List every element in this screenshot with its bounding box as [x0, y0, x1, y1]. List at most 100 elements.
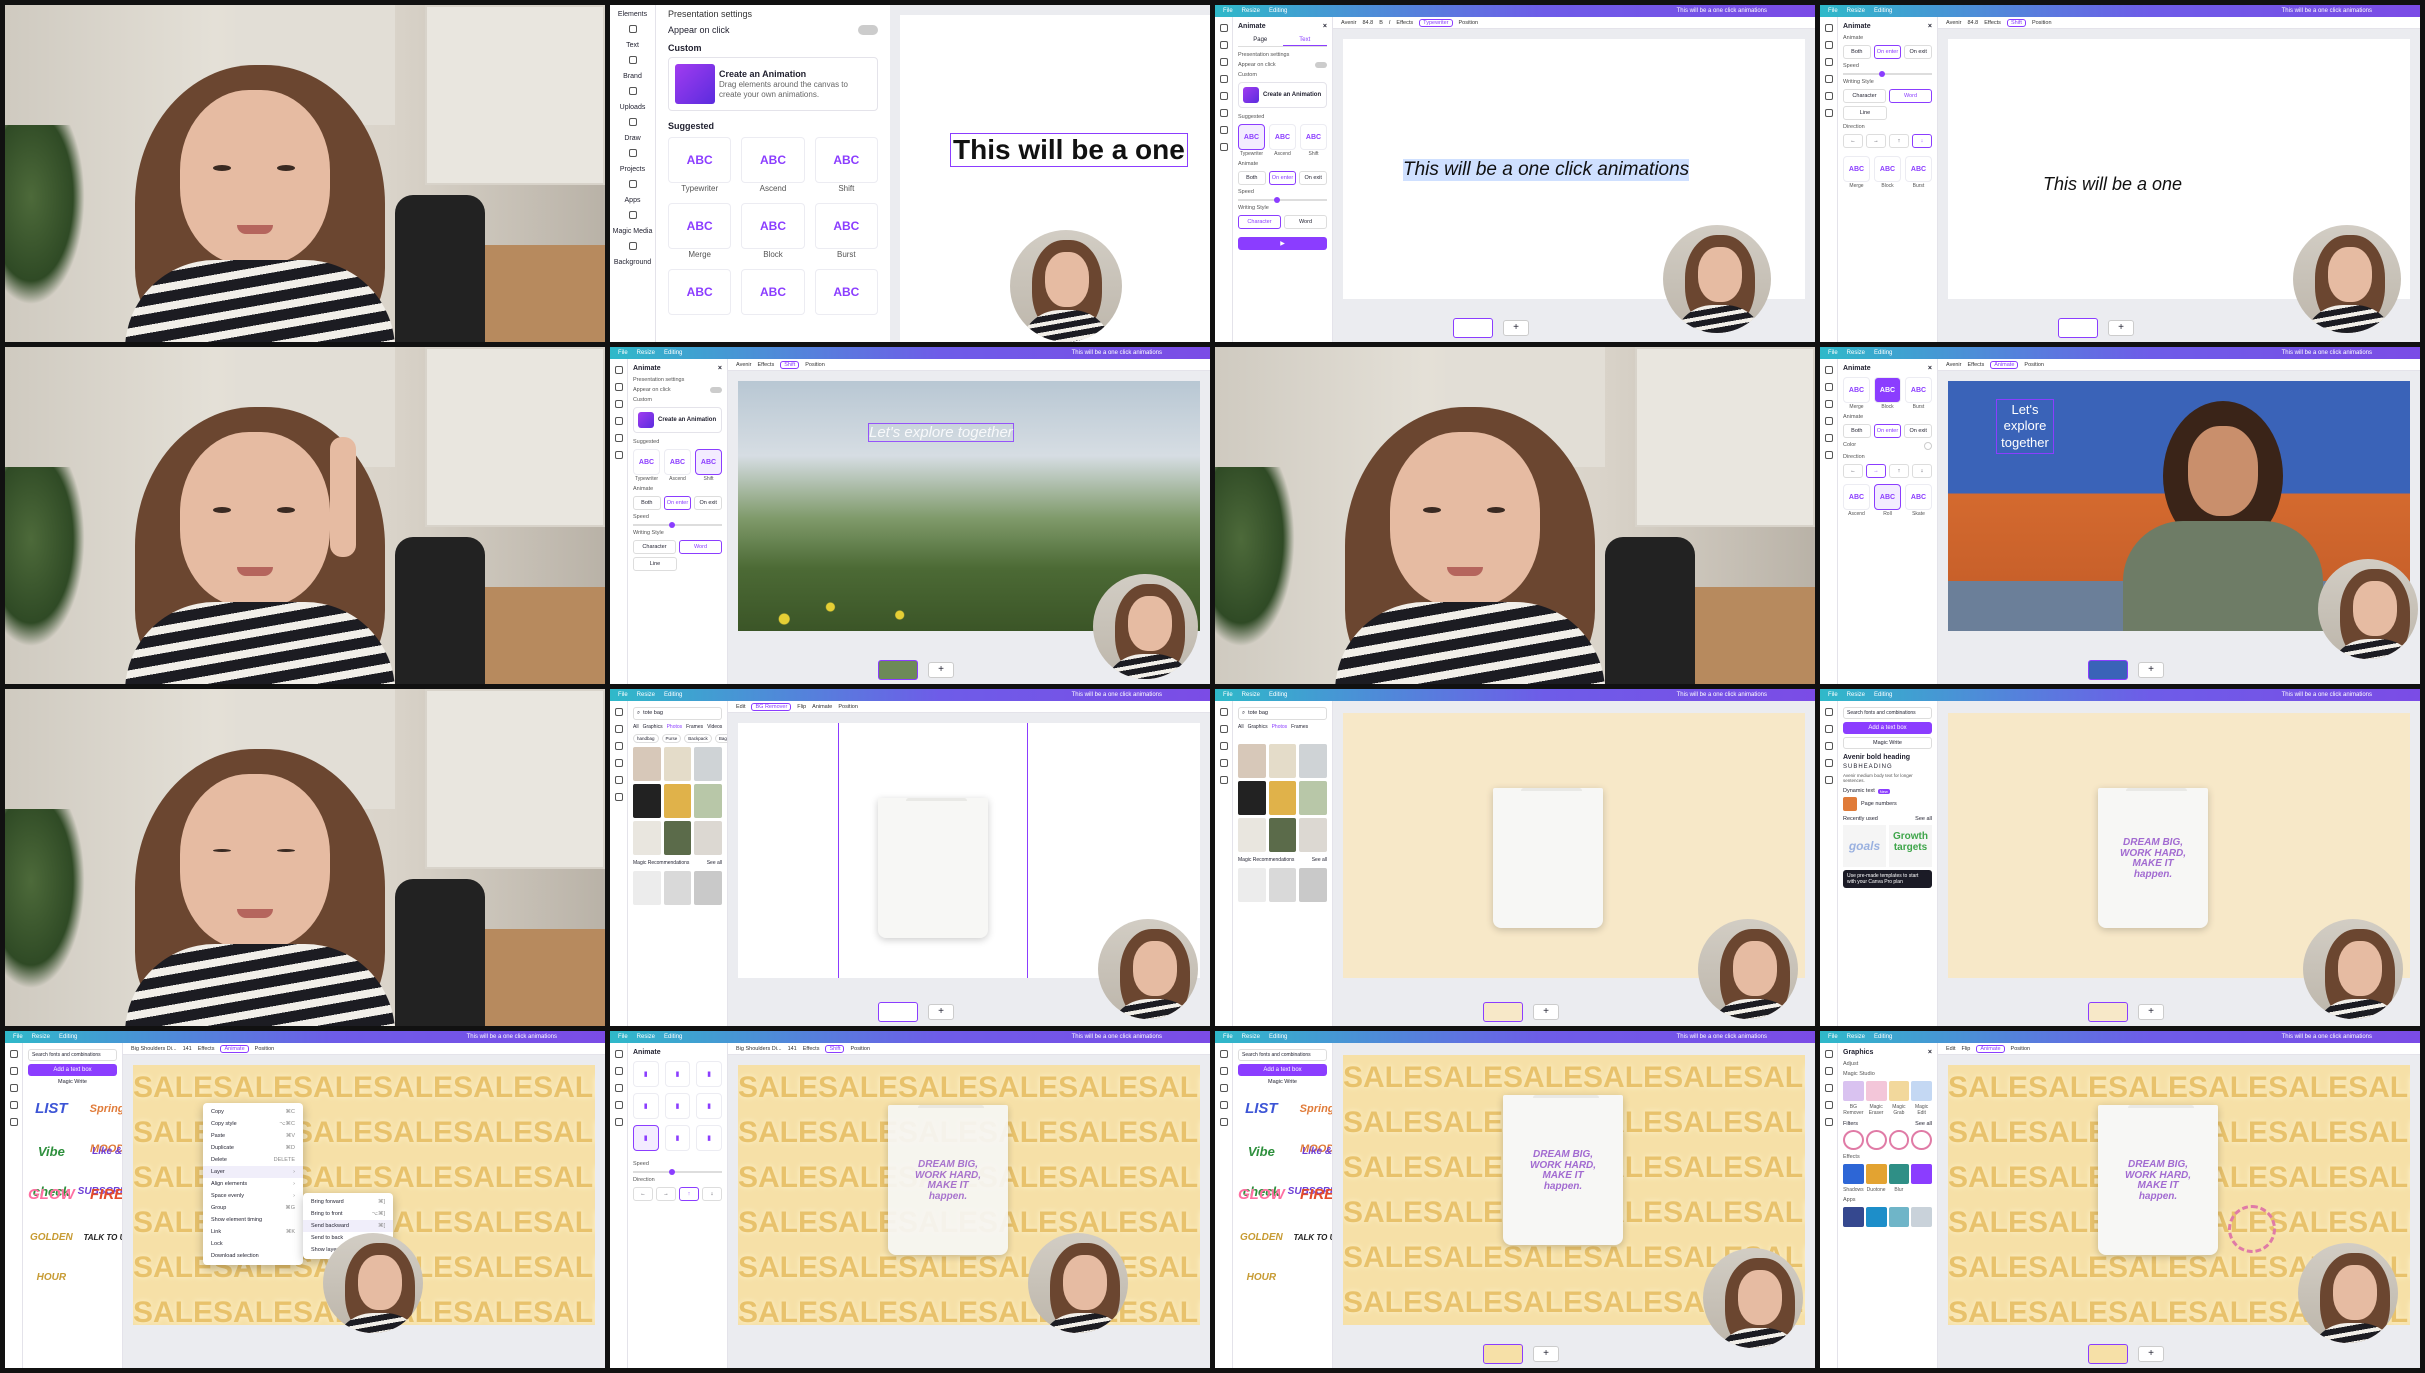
sticker[interactable]: GLOW — [28, 1175, 75, 1215]
font-size[interactable]: 141 — [183, 1046, 192, 1052]
arrow-down-icon[interactable]: ↓ — [1912, 134, 1932, 148]
animate-button[interactable]: Animate — [220, 1044, 249, 1053]
photo-thumb[interactable] — [633, 784, 661, 818]
font-search-input[interactable]: Search fonts and combinations — [1843, 707, 1932, 719]
brand-icon[interactable] — [1219, 1101, 1228, 1109]
background-icon[interactable] — [628, 242, 637, 250]
menu-resize[interactable]: Resize — [1847, 1034, 1865, 1040]
style-line[interactable]: Line — [1843, 106, 1887, 120]
anim-roll[interactable]: ABC — [1874, 484, 1901, 510]
menu-editing[interactable]: Editing — [59, 1034, 77, 1040]
effect-tile[interactable] — [1865, 1164, 1887, 1184]
brand-icon[interactable] — [614, 759, 623, 767]
design-icon[interactable] — [1219, 24, 1228, 32]
anim-shift[interactable]: ABC — [814, 137, 878, 183]
arrow-left-icon[interactable]: ← — [1843, 464, 1863, 478]
add-page-button[interactable]: + — [1533, 1346, 1559, 1362]
tab-frames[interactable]: Frames — [686, 724, 703, 730]
position-button[interactable]: Position — [838, 704, 858, 710]
draw-icon[interactable] — [628, 118, 637, 126]
anim-typewriter[interactable]: ABC — [668, 137, 732, 183]
photo-thumb[interactable] — [663, 871, 692, 905]
menu-file[interactable]: File — [1828, 1034, 1838, 1040]
tote-bag-image[interactable] — [1493, 788, 1603, 928]
photo-thumb[interactable] — [633, 871, 661, 905]
text-icon[interactable] — [1824, 742, 1833, 750]
brand-icon[interactable] — [614, 417, 623, 425]
photo-thumb[interactable] — [663, 747, 692, 781]
headline-text-stack[interactable]: Let's explore together — [1996, 399, 2054, 454]
doc-title[interactable]: This will be a one click animations — [2282, 692, 2372, 698]
edit-button[interactable]: Edit — [736, 704, 745, 710]
menu-file[interactable]: File — [13, 1034, 23, 1040]
design-icon[interactable] — [1824, 366, 1833, 374]
mode-both[interactable]: Both — [1238, 171, 1266, 185]
chip[interactable]: Backpack — [684, 734, 712, 743]
magic-media-icon[interactable] — [628, 211, 637, 219]
doc-title[interactable]: This will be a one click animations — [2282, 8, 2372, 14]
elements-icon[interactable] — [614, 383, 623, 391]
elements-icon[interactable] — [1824, 383, 1833, 391]
animate-button[interactable]: Shift — [2006, 18, 2026, 27]
apps-icon[interactable] — [628, 180, 637, 188]
photo-thumb[interactable] — [1238, 868, 1266, 902]
menu-editing[interactable]: Editing — [1269, 692, 1287, 698]
anim-option[interactable]: ▮ — [664, 1125, 691, 1151]
speed-slider[interactable] — [1843, 71, 1932, 77]
elements-icon[interactable] — [1824, 1067, 1833, 1075]
page-thumbnail[interactable] — [2088, 660, 2128, 680]
font-select[interactable]: Big Shoulders Di... — [131, 1046, 177, 1052]
uploads-icon[interactable] — [614, 1118, 623, 1126]
play-button[interactable]: ▶ — [1238, 237, 1327, 250]
sticker[interactable]: GOLDEN HOUR — [28, 1218, 75, 1283]
tote-bag-image[interactable]: DREAM BIG, WORK HARD, MAKE IT happen. — [1503, 1095, 1623, 1245]
font-search-input[interactable]: Search fonts and combinations — [28, 1049, 117, 1061]
mode-on-exit[interactable]: On exit — [1299, 171, 1328, 185]
menu-resize[interactable]: Resize — [1847, 8, 1865, 14]
anim-ascend[interactable]: ABC — [1269, 124, 1296, 150]
photo-thumb[interactable] — [1238, 818, 1266, 852]
flip-button[interactable]: Flip — [1961, 1046, 1970, 1052]
arrow-up-icon[interactable]: ↑ — [679, 1187, 699, 1201]
magic-tile[interactable] — [1911, 1081, 1932, 1101]
photo-thumb[interactable] — [694, 747, 722, 781]
body-style[interactable]: Avenir medium body text for longer sente… — [1843, 773, 1932, 783]
uploads-icon[interactable] — [614, 434, 623, 442]
uploads-icon[interactable] — [628, 87, 637, 95]
subheading-style[interactable]: SUBHEADING — [1843, 764, 1932, 770]
mode-on-enter[interactable]: On enter — [663, 496, 692, 510]
search-input[interactable]: tote bag — [1248, 710, 1268, 717]
design-icon[interactable] — [614, 1050, 623, 1058]
context-menu-item[interactable]: Lock — [203, 1238, 303, 1250]
effects-button[interactable]: Effects — [1984, 20, 2001, 26]
sticker[interactable]: LIST — [28, 1089, 75, 1129]
brand-icon[interactable] — [1824, 417, 1833, 425]
menu-resize[interactable]: Resize — [1847, 692, 1865, 698]
mode-on-exit[interactable]: On exit — [1904, 45, 1933, 59]
chip[interactable]: Bag — [714, 734, 727, 743]
headline-text[interactable]: This will be a one — [2043, 174, 2182, 195]
create-animation-card[interactable]: Create an Animation Drag elements around… — [668, 57, 878, 111]
headline-text[interactable]: This will be a one click animations — [1403, 159, 1690, 181]
brand-icon[interactable] — [1824, 1101, 1833, 1109]
font-select[interactable]: Avenir — [1946, 362, 1962, 368]
page-thumbnail[interactable] — [2058, 318, 2098, 338]
brand-icon[interactable] — [614, 1101, 623, 1109]
bold-icon[interactable]: B — [1379, 20, 1383, 26]
filter-tile[interactable] — [1843, 1130, 1864, 1150]
design-icon[interactable] — [1824, 24, 1833, 32]
menu-file[interactable]: File — [1223, 1034, 1233, 1040]
context-menu-item[interactable]: Copy ⌘C — [203, 1106, 303, 1118]
tab-all[interactable]: All — [1238, 724, 1244, 730]
context-menu-item[interactable]: Group ⌘G — [203, 1202, 303, 1214]
anim-option[interactable]: ▮ — [696, 1093, 722, 1119]
add-page-button[interactable]: + — [1533, 1004, 1559, 1020]
anim-skate[interactable]: ABC — [814, 269, 878, 315]
uploads-icon[interactable] — [1824, 92, 1833, 100]
context-menu-item[interactable]: Space evenly › — [203, 1190, 303, 1202]
page-thumbnail[interactable] — [1483, 1344, 1523, 1364]
photo-thumb[interactable] — [1299, 781, 1327, 815]
doc-title[interactable]: This will be a one click animations — [1677, 1034, 1767, 1040]
animate-button[interactable]: Shift — [825, 1044, 845, 1053]
arrow-left-icon[interactable]: ← — [633, 1187, 653, 1201]
